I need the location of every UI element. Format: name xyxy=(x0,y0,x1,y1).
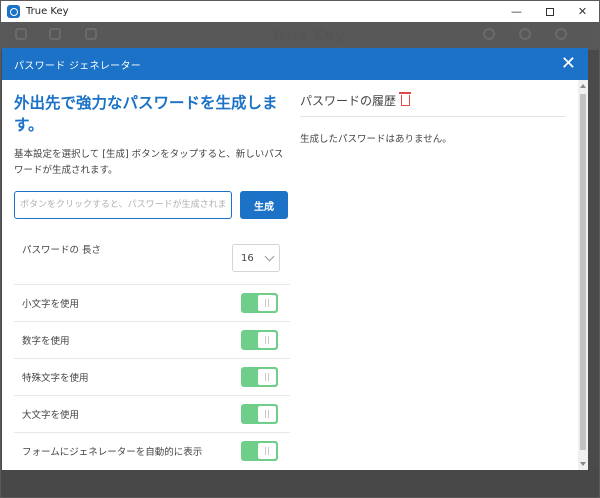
power-icon xyxy=(555,28,567,40)
dialog-body: 外出先で強力なパスワードを生成します。 基本設定を選択して [生成] ボタンをタ… xyxy=(2,80,588,470)
window-title: True Key xyxy=(26,6,69,17)
note-icon xyxy=(85,28,97,40)
dialog-title: パスワード ジェネレーター xyxy=(14,60,142,72)
maximize-icon xyxy=(545,7,554,16)
background-footer xyxy=(1,470,599,497)
scroll-down-icon[interactable] xyxy=(580,462,586,466)
autoshow-toggle[interactable] xyxy=(241,441,278,461)
minimize-button[interactable]: — xyxy=(500,1,533,22)
option-label: 特殊文字を使用 xyxy=(22,373,89,384)
toggle-knob xyxy=(258,369,276,385)
option-row-special: 特殊文字を使用 xyxy=(14,358,290,395)
window-controls: — ✕ xyxy=(500,1,599,22)
trash-icon[interactable] xyxy=(399,92,412,106)
scroll-up-icon[interactable] xyxy=(580,84,586,88)
password-generator-dialog: パスワード ジェネレーター ✕ 外出先で強力なパスワードを生成します。 基本設定… xyxy=(2,48,588,470)
dialog-header: パスワード ジェネレーター ✕ xyxy=(2,48,588,80)
history-title: パスワードの履歴 xyxy=(300,93,397,108)
length-row: パスワードの 長さ 16 xyxy=(14,232,290,284)
option-label: 数字を使用 xyxy=(22,336,70,347)
vertical-scrollbar[interactable] xyxy=(578,80,588,470)
key-icon xyxy=(15,28,27,40)
generate-row: 生成 xyxy=(14,191,290,219)
lowercase-toggle[interactable] xyxy=(241,293,278,313)
history-empty-text: 生成したパスワードはありません。 xyxy=(300,134,452,145)
close-window-button[interactable]: ✕ xyxy=(566,1,599,22)
toggle-knob xyxy=(258,295,276,311)
option-row-lowercase: 小文字を使用 xyxy=(14,284,290,321)
user-icon xyxy=(483,28,495,40)
option-label: 大文字を使用 xyxy=(22,410,80,421)
generator-description: 基本設定を選択して [生成] ボタンをタップすると、新しいパスワードが生成されま… xyxy=(14,149,284,176)
uppercase-toggle[interactable] xyxy=(241,404,278,424)
title-bar: True Key — ✕ xyxy=(1,1,599,22)
option-row-autoshow: フォームにジェネレーターを自動的に表示 xyxy=(14,432,290,469)
special-chars-toggle[interactable] xyxy=(241,367,278,387)
length-select[interactable]: 16 xyxy=(232,244,280,272)
generator-heading: 外出先で強力なパスワードを生成します。 xyxy=(14,94,278,134)
chevron-down-icon xyxy=(264,251,275,261)
maximize-button[interactable] xyxy=(533,1,566,22)
toggle-knob xyxy=(258,443,276,459)
true-key-icon xyxy=(7,5,20,18)
scroll-thumb[interactable] xyxy=(580,94,586,450)
length-label: パスワードの 長さ xyxy=(22,245,102,256)
divider xyxy=(300,116,566,117)
toggle-knob xyxy=(258,332,276,348)
option-row-uppercase: 大文字を使用 xyxy=(14,395,290,432)
generated-password-field[interactable] xyxy=(14,191,232,219)
generate-button[interactable]: 生成 xyxy=(240,191,288,219)
gear-icon xyxy=(519,28,531,40)
close-icon[interactable]: ✕ xyxy=(561,55,576,73)
numbers-toggle[interactable] xyxy=(241,330,278,350)
background-logo: True Key xyxy=(271,26,345,44)
option-label: フォームにジェネレーターを自動的に表示 xyxy=(22,447,203,458)
toggle-knob xyxy=(258,406,276,422)
wallet-icon xyxy=(49,28,61,40)
option-row-numbers: 数字を使用 xyxy=(14,321,290,358)
length-value: 16 xyxy=(241,252,254,264)
app-window: True Key — ✕ True Key パスワード ジェネレーター ✕ 外出… xyxy=(0,0,600,498)
background-toolbar: True Key xyxy=(1,22,599,50)
option-label: 小文字を使用 xyxy=(22,299,80,310)
history-header: パスワードの履歴 xyxy=(300,92,566,114)
generator-panel: 外出先で強力なパスワードを生成します。 基本設定を選択して [生成] ボタンをタ… xyxy=(14,92,290,469)
history-panel: パスワードの履歴 生成したパスワードはありません。 xyxy=(300,92,566,145)
